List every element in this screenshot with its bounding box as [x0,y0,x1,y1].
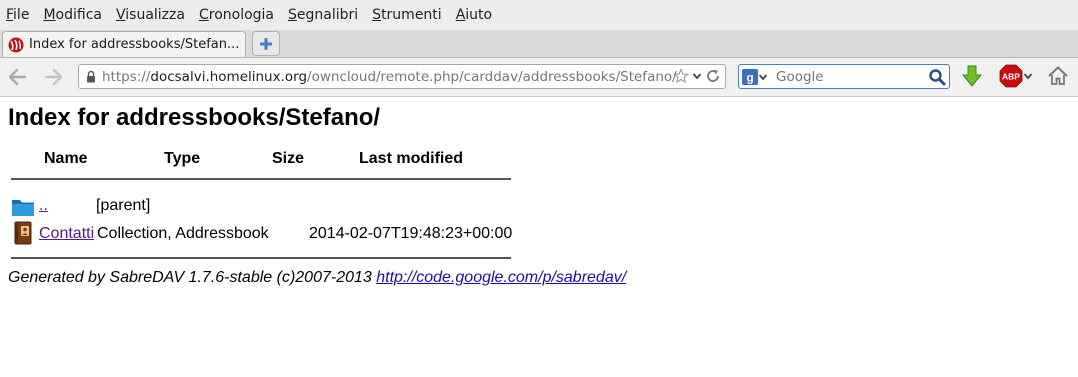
tab-strip: Index for addressbooks/Stefan... [0,30,1078,58]
tab-title: Index for addressbooks/Stefan... [29,37,240,52]
search-engine-selector[interactable]: g [742,68,768,85]
menu-file-accel: F [6,7,14,23]
back-button[interactable] [5,66,29,88]
row-last-modified: 2014-02-07T19:48:23+00:00 [309,225,513,242]
forward-button[interactable] [42,66,66,88]
forward-icon [44,68,63,86]
search-input[interactable] [774,67,928,86]
contatti-link[interactable]: Contatti [39,225,94,243]
bookmark-star-icon[interactable] [673,68,689,84]
adblock-plus-button[interactable]: ABP [996,64,1036,88]
menu-modifica[interactable]: Modifica [36,0,109,30]
menu-strumenti-accel: S [372,7,382,23]
column-header-type: Type [164,150,201,167]
footer-divider [11,257,511,259]
addressbook-icon [14,221,32,245]
menu-modifica-accel: M [43,7,56,23]
url-scheme: https:// [102,68,151,85]
footer-text: Generated by SabreDAV 1.7.6-stable (c)20… [8,269,377,286]
url-bar[interactable]: https://docsalvi.homelinux.org/owncloud/… [78,64,726,89]
parent-directory-link[interactable]: .. [39,197,48,215]
menu-segnalibri-label: egnalibri [296,7,359,23]
menu-visualizza-accel: V [115,7,126,23]
menubar: File Modifica Visualizza Cronologia Segn… [0,0,1078,30]
page-title: Index for addressbooks/Stefano/ [8,104,381,131]
url-path: /owncloud/remote.php/carddav/addressbook… [307,68,677,85]
home-button[interactable] [1046,65,1070,87]
url-bar-icons [673,68,721,84]
row-type: [parent] [96,197,151,214]
adblock-plus-label: ABP [1002,72,1020,82]
folder-icon [12,200,34,216]
menu-strumenti[interactable]: Strumenti [365,0,449,30]
google-icon: g [742,68,758,85]
menu-aiuto-label: iuto [465,7,493,23]
menu-file[interactable]: File [0,0,36,30]
menu-strumenti-label: trumenti [381,7,442,23]
url-text: https://docsalvi.homelinux.org/owncloud/… [102,69,677,85]
reload-icon[interactable] [705,68,721,84]
owncloud-favicon-icon [8,37,24,52]
new-tab-button[interactable] [252,31,280,56]
header-divider [11,178,511,180]
column-header-name: Name [44,150,88,167]
menu-visualizza-label: isualizza [125,7,185,23]
search-bar[interactable]: g [738,64,950,89]
column-header-last-modified: Last modified [359,150,464,167]
chevron-down-icon [1023,73,1033,80]
adblock-plus-icon: ABP [999,64,1023,88]
menu-modifica-label: odifica [55,7,102,23]
url-host: docsalvi.homelinux.org [150,68,308,85]
svg-text:g: g [746,70,753,84]
search-icon[interactable] [928,68,946,86]
chevron-down-icon [758,73,768,80]
menu-file-label: ile [13,7,30,23]
download-arrow-icon [961,65,983,87]
menu-aiuto[interactable]: Aiuto [449,0,499,30]
plus-icon [260,37,272,50]
lock-icon [87,70,95,83]
dropdown-icon[interactable] [692,68,702,84]
menu-cronologia-accel: C [198,7,209,23]
menu-segnalibri[interactable]: Segnalibri [281,0,365,30]
downloads-button[interactable] [960,65,984,87]
column-header-size: Size [272,150,305,167]
footer: Generated by SabreDAV 1.7.6-stable (c)20… [8,269,626,287]
home-icon [1048,66,1068,85]
row-type: Collection, Addressbook [97,225,269,242]
sabredav-link[interactable]: http://code.google.com/p/sabredav/ [376,269,626,286]
back-icon [8,68,27,86]
menu-visualizza[interactable]: Visualizza [109,0,192,30]
menu-cronologia[interactable]: Cronologia [192,0,281,30]
navigation-toolbar: https://docsalvi.homelinux.org/owncloud/… [0,58,1078,97]
menu-segnalibri-accel: S [288,7,297,23]
menu-cronologia-label: ronologia [208,7,275,23]
menu-aiuto-accel: A [455,7,466,23]
tab-active[interactable]: Index for addressbooks/Stefan... [2,31,246,57]
